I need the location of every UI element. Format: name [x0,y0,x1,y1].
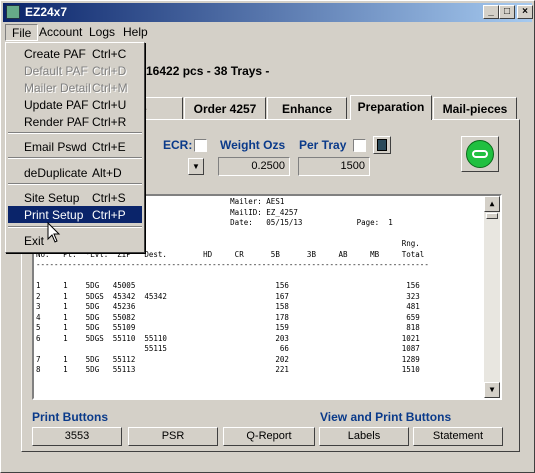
print-buttons-label: Print Buttons [32,410,108,424]
labels-button[interactable]: Labels [319,427,409,446]
menu-bar: File Account Logs Help [3,23,532,42]
menu-separator [8,226,142,228]
main-window: EZ24x7 _ □ × File Account Logs Help 1642… [0,0,535,473]
maximize-button[interactable]: □ [499,5,515,19]
weight-label: Weight Ozs [220,138,286,152]
view-print-buttons-label: View and Print Buttons [320,410,452,424]
per-tray-checkbox[interactable] [353,139,366,152]
level-combobox[interactable]: ▼ [146,158,206,177]
menu-item-deduplicate[interactable]: deDuplicate Alt+D [8,164,142,181]
ecr-label: ECR: [163,138,193,152]
order-summary: 16422 pcs - 38 Trays - [146,64,270,78]
menu-separator [8,157,142,159]
menu-item-email-pswd[interactable]: Email Pswd Ctrl+E [8,138,142,155]
menu-item-site-setup[interactable]: Site Setup Ctrl+S [8,189,142,206]
print-3553-button[interactable]: 3553 [32,427,122,446]
mouse-cursor-icon [47,222,61,243]
scroll-down-button[interactable]: ▼ [484,382,500,398]
tab-mail-pieces[interactable]: Mail-pieces [433,97,517,119]
tab-order[interactable]: Order 4257 [184,97,266,119]
minimize-button[interactable]: _ [483,5,499,19]
close-button[interactable]: × [517,5,533,19]
print-psr-button[interactable]: PSR [128,427,218,446]
menu-account[interactable]: Account [33,24,88,41]
menu-separator [8,183,142,185]
menu-item-exit[interactable]: Exit [8,232,142,249]
tab-preparation[interactable]: Preparation [350,95,432,120]
menu-item-print-setup[interactable]: Print Setup Ctrl+P [8,206,142,223]
weight-input[interactable]: 0.2500 [218,157,290,176]
title-bar[interactable]: EZ24x7 _ □ × [3,3,533,22]
go-button[interactable] [461,136,499,172]
file-menu-dropdown: Create PAF Ctrl+C Default PAF Ctrl+D Maile… [5,42,145,253]
menu-help[interactable]: Help [117,24,154,41]
per-tray-input[interactable]: 1500 [298,157,370,176]
menu-item-render-paf[interactable]: Render PAF Ctrl+R [8,113,142,130]
ecr-checkbox[interactable] [194,139,207,152]
calculator-icon[interactable] [373,136,391,154]
window-title: EZ24x7 [25,5,68,19]
menu-item-update-paf[interactable]: Update PAF Ctrl+U [8,96,142,113]
vertical-scrollbar[interactable]: ▲ ▼ [484,196,500,398]
menu-separator [8,132,142,134]
q-report-button[interactable]: Q-Report [223,427,315,446]
statement-button[interactable]: Statement [413,427,503,446]
per-tray-label: Per Tray [299,138,347,152]
menu-item-default-paf: Default PAF Ctrl+D [24,64,127,78]
scroll-thumb[interactable] [486,213,498,219]
menu-logs[interactable]: Logs [83,24,121,41]
menu-item-mailer-detail: Mailer Detail Ctrl+M [24,81,128,95]
go-icon [466,140,494,168]
tab-enhance[interactable]: Enhance [267,97,347,119]
scroll-up-button[interactable]: ▲ [484,196,500,212]
chevron-down-icon[interactable]: ▼ [188,158,204,175]
menu-item-create-paf[interactable]: Create PAF Ctrl+C [8,45,142,62]
app-icon [6,5,20,19]
